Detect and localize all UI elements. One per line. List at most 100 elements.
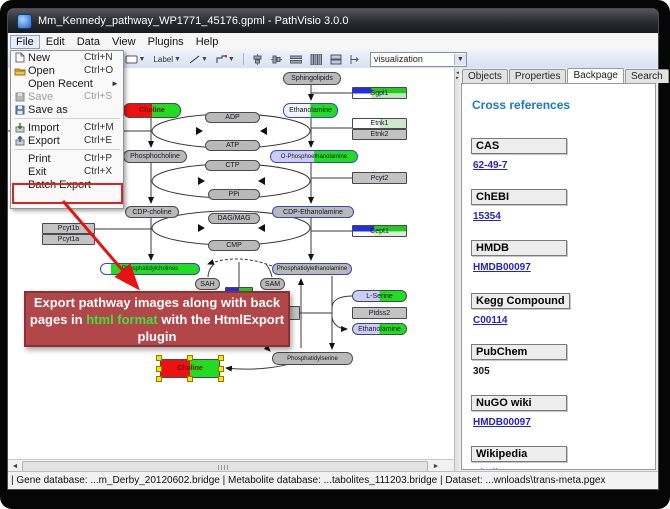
node-cept1[interactable]: Cept1 <box>352 225 407 237</box>
menu-file[interactable]: File <box>10 35 40 49</box>
align-center-icon <box>252 54 263 65</box>
node-ppi[interactable]: PPi <box>208 189 260 200</box>
link-kegg[interactable]: C00114 <box>473 315 507 326</box>
section-header-chebi: ChEBI <box>471 189 567 205</box>
visualization-combobox[interactable]: visualization ▼ <box>370 52 467 67</box>
node-sah[interactable]: SAH <box>195 278 220 290</box>
align-middle-button[interactable] <box>269 52 284 66</box>
line-tool-button[interactable]: ▼ <box>187 52 210 66</box>
node-o-phosphoethanolamine[interactable]: O-Phosphoethanolamine <box>270 150 358 163</box>
common-height-button[interactable] <box>348 52 364 66</box>
status-text: | Gene database: ...m_Derby_20120602.bri… <box>11 475 605 486</box>
toolbar-separator <box>243 53 244 65</box>
selection-handle[interactable] <box>187 355 193 361</box>
backpage-section: PubChem 305 <box>471 344 655 387</box>
align-center-button[interactable] <box>250 52 265 66</box>
node-ethanolamine[interactable]: Ethanolamine <box>283 103 338 118</box>
chevron-down-icon[interactable]: ▼ <box>139 56 146 63</box>
node-sgpl1[interactable]: Sgpl1 <box>352 87 407 99</box>
link-hmdb[interactable]: HMDB00097 <box>473 262 531 273</box>
node-choline[interactable]: Choline <box>123 103 181 118</box>
section-header-kegg: Kegg Compound <box>471 293 570 309</box>
backpage-section: CAS 62-49-7 <box>471 138 655 181</box>
menu-item-save-as[interactable]: Save as <box>11 103 123 116</box>
menu-item-import[interactable]: Import Ctrl+M <box>11 121 123 134</box>
selection-handle[interactable] <box>218 376 224 382</box>
backpage-section: HMDB HMDB00097 <box>471 240 655 283</box>
visualization-value: visualization <box>374 54 423 64</box>
node-ethanolamine-2[interactable]: Ethanolamine <box>352 323 407 335</box>
node-etnk1[interactable]: Etnk1 <box>352 118 407 129</box>
node-cdp-choline[interactable]: CDP-choline <box>125 206 179 218</box>
menu-plugins[interactable]: Plugins <box>142 35 190 49</box>
node-pcyt1b[interactable]: Pcyt1b <box>42 223 95 234</box>
node-atp[interactable]: ATP <box>205 140 260 151</box>
menu-item-export[interactable]: Export Ctrl+E <box>11 134 123 147</box>
selection-handle[interactable] <box>156 355 162 361</box>
value-pubchem: 305 <box>473 366 490 377</box>
selection-handle[interactable] <box>187 376 193 382</box>
datanode-tool-button[interactable]: ▼ <box>123 52 148 66</box>
side-panel: Objects Properties Backpage Search Legen… <box>459 68 658 472</box>
node-phosphocholine[interactable]: Phosphocholine <box>123 150 187 163</box>
align-middle-icon <box>271 54 282 65</box>
node-adp[interactable]: ADP <box>205 112 260 123</box>
menu-data[interactable]: Data <box>71 35 106 49</box>
window-title: Mm_Kennedy_pathway_WP1771_45176.gpml - P… <box>38 15 348 27</box>
node-pcyt1a[interactable]: Pcyt1a <box>42 234 95 245</box>
menu-item-exit[interactable]: Exit Ctrl+X <box>11 165 123 178</box>
menu-item-print[interactable]: Print Ctrl+P <box>11 152 123 165</box>
chevron-down-icon[interactable]: ▼ <box>454 54 466 65</box>
node-phosphatidylethanolamine[interactable]: Phosphatidylethanolamine <box>272 263 352 275</box>
menu-view[interactable]: View <box>106 35 142 49</box>
save-disk-icon <box>11 92 28 102</box>
node-dag-mag[interactable]: DAG/MAG <box>208 213 260 224</box>
datanode-icon <box>125 55 138 64</box>
title-bar[interactable]: Mm_Kennedy_pathway_WP1771_45176.gpml - P… <box>8 9 658 33</box>
link-chebi[interactable]: 15354 <box>473 211 501 222</box>
scrollbar-grip <box>218 465 228 470</box>
link-cas[interactable]: 62-49-7 <box>473 160 507 171</box>
node-sam[interactable]: SAM <box>260 278 285 290</box>
node-pcyt2[interactable]: Pcyt2 <box>352 172 407 184</box>
menu-item-open-recent[interactable]: Open Recent ► <box>11 77 123 90</box>
selection-handle[interactable] <box>218 355 224 361</box>
node-cmp[interactable]: CMP <box>208 240 260 251</box>
distribute-horizontal-button[interactable] <box>288 52 304 66</box>
menu-item-open[interactable]: Open Ctrl+O <box>11 64 123 77</box>
node-ptdss2[interactable]: Ptdss2 <box>352 307 407 319</box>
node-l-serine[interactable]: L-Serine <box>352 290 407 302</box>
chevron-down-icon[interactable]: ▼ <box>228 56 235 63</box>
menu-item-new[interactable]: New Ctrl+N <box>11 51 123 64</box>
backpage-panel[interactable]: Cross references CAS 62-49-7 ChEBI 15354… <box>461 83 656 470</box>
export-icon <box>11 136 28 146</box>
tab-objects[interactable]: Objects <box>462 69 508 83</box>
menu-edit[interactable]: Edit <box>40 35 71 49</box>
pathvisio-window: Mm_Kennedy_pathway_WP1771_45176.gpml - P… <box>8 9 658 489</box>
selection-handle[interactable] <box>218 366 224 372</box>
menu-help[interactable]: Help <box>190 35 225 49</box>
node-ctp[interactable]: CTP <box>205 160 260 171</box>
link-wikipedia[interactable]: Choline <box>473 468 510 470</box>
node-etnk2[interactable]: Etnk2 <box>352 129 407 140</box>
status-bar: | Gene database: ...m_Derby_20120602.bri… <box>8 471 658 489</box>
node-cdp-ethanolamine[interactable]: CDP-Ethanolamine <box>272 206 354 218</box>
common-width-button[interactable] <box>328 52 344 66</box>
menu-separator <box>14 118 120 119</box>
label-tool-text: Label <box>153 55 173 64</box>
link-nugo[interactable]: HMDB00097 <box>473 417 531 428</box>
node-phosphatidylserine[interactable]: Phosphatidylserine <box>272 352 353 365</box>
label-tool-button[interactable]: Label ▼ <box>151 52 183 66</box>
node-sphingolipids[interactable]: Sphingolipids <box>283 72 341 85</box>
node-phosphatidylcholines[interactable]: Phosphatidylcholines <box>100 263 200 275</box>
section-header-hmdb: HMDB <box>471 240 567 256</box>
tab-properties[interactable]: Properties <box>509 69 567 83</box>
tab-backpage[interactable]: Backpage <box>567 68 623 83</box>
chevron-down-icon[interactable]: ▼ <box>174 56 181 63</box>
tab-search[interactable]: Search <box>625 69 669 83</box>
distribute-vertical-button[interactable] <box>308 52 324 66</box>
selection-handle[interactable] <box>156 376 162 382</box>
selection-handle[interactable] <box>156 366 162 372</box>
chevron-down-icon[interactable]: ▼ <box>201 56 208 63</box>
connector-tool-button[interactable]: ▼ <box>214 52 237 66</box>
